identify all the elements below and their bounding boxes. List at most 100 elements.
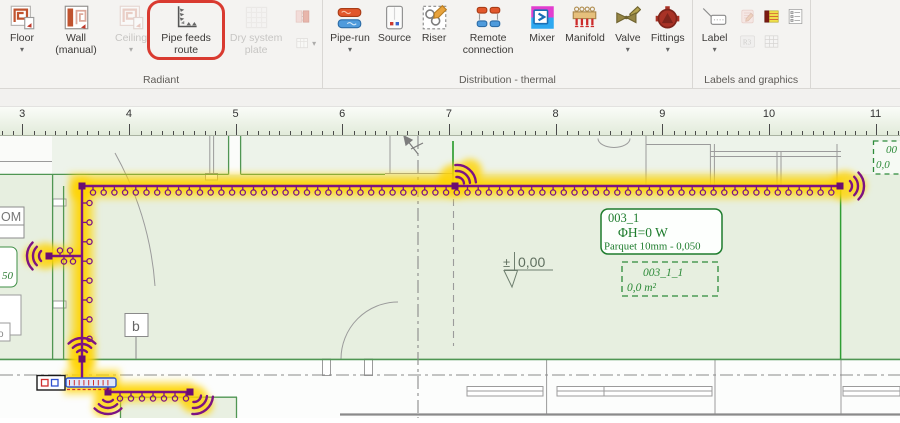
ruler-major-tick xyxy=(876,124,877,135)
corner-zone-label[interactable]: 00 0,0 xyxy=(874,141,900,174)
group-label-labels-graphics: Labels and graphics xyxy=(696,74,807,88)
ruler-major-tick xyxy=(342,124,343,135)
icon-row xyxy=(738,32,805,51)
manifold-button[interactable]: Manifold xyxy=(561,1,609,65)
ruler-minor-tick xyxy=(471,131,472,136)
panels-button[interactable] xyxy=(293,7,317,26)
ruler-minor-tick xyxy=(439,131,440,136)
ribbon-canvas-gap xyxy=(0,89,900,107)
manifold-label: Manifold xyxy=(565,33,605,45)
label-button[interactable]: Label▾ xyxy=(696,1,734,65)
ceiling-icon xyxy=(118,4,145,31)
ruler-number: 3 xyxy=(19,108,25,120)
level-sign: ± xyxy=(503,255,510,270)
ruler-minor-tick xyxy=(834,131,835,136)
schedule-button[interactable] xyxy=(786,7,805,26)
ruler-number: 8 xyxy=(553,108,559,120)
manifold-icon xyxy=(571,4,598,31)
ruler-minor-tick xyxy=(290,131,291,136)
remote-connection-label: Remote connection xyxy=(457,33,519,57)
ruler-minor-tick xyxy=(759,131,760,136)
ruler-major-tick xyxy=(449,124,450,135)
pipe-run-button[interactable]: Pipe-run▾ xyxy=(326,1,374,65)
ruler-minor-tick xyxy=(354,131,355,136)
riser-icon xyxy=(421,4,448,31)
ruler-number: 9 xyxy=(659,108,665,120)
ruler-minor-tick xyxy=(311,131,312,136)
mixer-button[interactable]: Mixer xyxy=(523,1,561,65)
ruler-minor-tick xyxy=(247,131,248,136)
ruler-minor-tick xyxy=(642,131,643,136)
ruler-minor-tick xyxy=(365,131,366,136)
drawing-canvas[interactable]: OM 50 o b ± 0,00 003_1 ΦH=0 W Parquet 10… xyxy=(0,136,900,418)
ceiling-button[interactable]: Ceiling▾ xyxy=(111,1,151,65)
ruler-minor-tick xyxy=(813,131,814,136)
ruler-minor-tick xyxy=(215,131,216,136)
zone-area: 0,0 m² xyxy=(627,282,657,294)
ruler-minor-tick xyxy=(13,131,14,136)
label-label: Label xyxy=(702,33,728,45)
ribbon-group-distribution-thermal: Pipe-run▾ Source RiserRemote connection Mix… xyxy=(323,0,693,88)
grid-table-button[interactable] xyxy=(762,32,781,51)
remote-connection-button[interactable]: Remote connection xyxy=(453,1,523,65)
valve-label: Valve xyxy=(615,33,641,45)
left-green-label: 50 xyxy=(2,270,14,282)
ruler-number: 11 xyxy=(870,108,881,120)
room-floor-build: Parquet 10mm - 0,050 xyxy=(604,241,701,253)
list-icon xyxy=(787,8,804,25)
floor-plan[interactable]: OM 50 o b ± 0,00 003_1 ΦH=0 W Parquet 10… xyxy=(0,136,900,418)
pipe-feeds-route-button[interactable]: Pipe feeds route xyxy=(151,1,221,65)
room-heat: ΦH=0 W xyxy=(618,225,668,240)
ruler-minor-tick xyxy=(183,131,184,136)
ruler-minor-tick xyxy=(514,131,515,136)
source-label: Source xyxy=(378,33,411,45)
dropdown-caret-icon: ▾ xyxy=(626,46,630,54)
ruler-minor-tick xyxy=(162,131,163,136)
riser-button[interactable]: Riser xyxy=(415,1,453,65)
level-value: 0,00 xyxy=(518,254,545,270)
ruler-minor-tick xyxy=(322,131,323,136)
r3-button[interactable] xyxy=(738,32,757,51)
ruler-minor-tick xyxy=(589,131,590,136)
ruler-minor-tick xyxy=(173,131,174,136)
ruler-minor-tick xyxy=(258,131,259,136)
ruler-minor-tick xyxy=(621,131,622,136)
ruler-minor-tick xyxy=(269,131,270,136)
label-icon xyxy=(701,4,728,31)
ruler-minor-tick xyxy=(55,131,56,136)
ruler-minor-tick xyxy=(887,131,888,136)
ruler-minor-tick xyxy=(194,131,195,136)
wall-manual-button[interactable]: Wall (manual) xyxy=(41,1,111,65)
legend-button[interactable] xyxy=(762,7,781,26)
fittings-button[interactable]: Fittings▾ xyxy=(647,1,689,65)
valve-button[interactable]: Valve▾ xyxy=(609,1,647,65)
ruler-minor-tick xyxy=(34,131,35,136)
ruler-minor-tick xyxy=(631,131,632,136)
ruler-minor-tick xyxy=(749,131,750,136)
ruler-minor-tick xyxy=(482,131,483,136)
ruler-number: 5 xyxy=(233,108,239,120)
plate-options-button[interactable]: ▾ xyxy=(293,34,317,53)
mixer-label: Mixer xyxy=(529,33,555,45)
dropdown-caret-icon: ▾ xyxy=(666,46,670,54)
ruler-minor-tick xyxy=(386,131,387,136)
dry-plate-icon xyxy=(243,4,270,31)
dry-system-plate-button[interactable]: Dry system plate xyxy=(221,1,291,65)
ruler-minor-tick xyxy=(45,131,46,136)
ruler-major-tick xyxy=(662,124,663,135)
room-label[interactable]: 003_1 ΦH=0 W Parquet 10mm - 0,050 xyxy=(601,209,722,254)
radiant-extra: ▾ xyxy=(291,1,319,53)
ribbon-group-radiant: Floor▾Wall (manual)Ceiling▾Pipe feeds ro… xyxy=(0,0,323,88)
ruler-minor-tick xyxy=(2,131,3,136)
ruler-minor-tick xyxy=(599,131,600,136)
floor-button[interactable]: Floor▾ xyxy=(3,1,41,65)
mixer-icon xyxy=(529,4,556,31)
panels-icon xyxy=(294,8,311,25)
ruler-minor-tick xyxy=(546,131,547,136)
source-button[interactable]: Source xyxy=(374,1,415,65)
pipe-run-icon xyxy=(336,4,363,31)
r3-icon xyxy=(739,33,756,50)
ruler-minor-tick xyxy=(109,131,110,136)
edit-note-button[interactable] xyxy=(738,7,757,26)
ruler-minor-tick xyxy=(493,131,494,136)
